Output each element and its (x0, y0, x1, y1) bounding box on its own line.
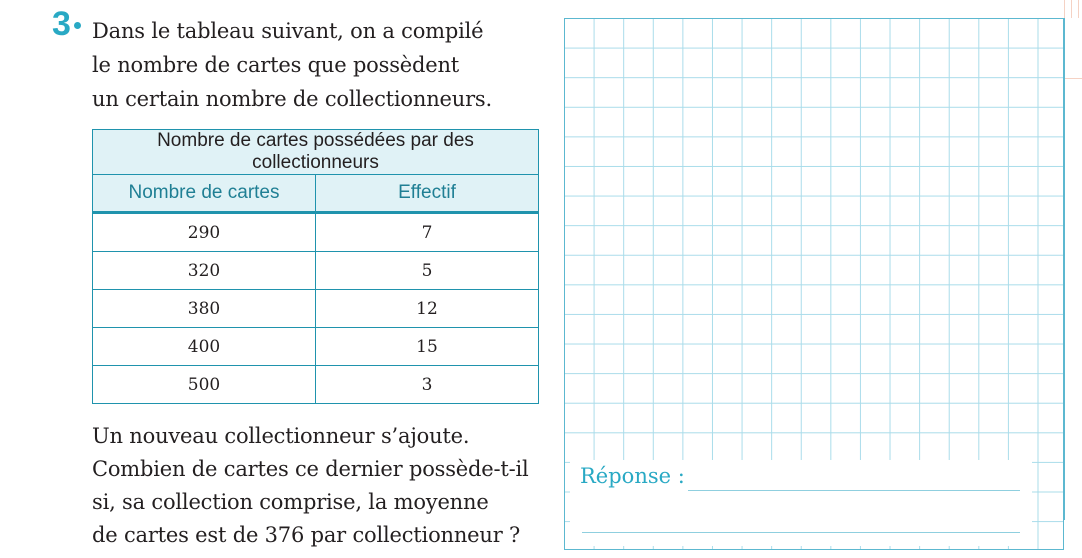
table-row: 400 15 (92, 327, 539, 366)
question-intro: Dans le tableau suivant, on a compilé le… (92, 14, 542, 116)
table-title: Nombre de cartes possédées par des colle… (92, 129, 539, 175)
answer-label: Réponse : (580, 464, 685, 488)
question-line: de cartes est de 376 par collectionneur … (92, 523, 521, 547)
table-row: 290 7 (92, 212, 539, 252)
intro-line: le nombre de cartes que possèdent (92, 53, 460, 77)
intro-line: un certain nombre de collectionneurs. (92, 87, 492, 111)
cell-cards: 500 (92, 365, 316, 404)
edge-tick (1071, 0, 1072, 18)
page-edge-decoration (1064, 0, 1082, 80)
question-line: si, sa collection comprise, la moyenne (92, 490, 489, 514)
cell-frequency: 7 (315, 212, 539, 252)
cell-frequency: 15 (315, 327, 539, 366)
cell-cards: 290 (92, 212, 316, 252)
question-line: Combien de cartes ce dernier possède-t-i… (92, 457, 529, 481)
table-row: 380 12 (92, 289, 539, 328)
question-line: Un nouveau collectionneur s’ajoute. (92, 424, 470, 448)
table-row: 500 3 (92, 365, 539, 404)
question-number-dot (74, 22, 81, 29)
intro-line: Dans le tableau suivant, on a compilé (92, 19, 484, 43)
answer-line[interactable] (688, 490, 1020, 491)
cell-cards: 320 (92, 251, 316, 290)
question-prompt: Un nouveau collectionneur s’ajoute. Comb… (92, 420, 552, 552)
cell-frequency: 3 (315, 365, 539, 404)
frequency-table: Nombre de cartes possédées par des colle… (92, 129, 539, 404)
grid-edge (1064, 18, 1065, 520)
column-header-cards: Nombre de cartes (92, 174, 316, 214)
table-row: 320 5 (92, 251, 539, 290)
question-number: 3 (52, 5, 71, 43)
answer-line[interactable] (582, 532, 1020, 533)
page-edge-line (1064, 78, 1082, 79)
edge-tick (1078, 0, 1079, 18)
cell-cards: 400 (92, 327, 316, 366)
cell-cards: 380 (92, 289, 316, 328)
cell-frequency: 5 (315, 251, 539, 290)
column-header-frequency: Effectif (315, 174, 539, 214)
cell-frequency: 12 (315, 289, 539, 328)
